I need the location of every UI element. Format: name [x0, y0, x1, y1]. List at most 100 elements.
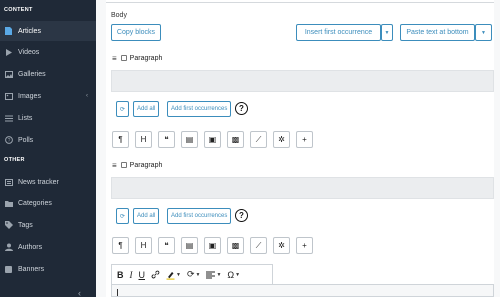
block-checkbox[interactable]: [120, 162, 127, 168]
paste-text-at-bottom-button[interactable]: Paste text at bottom: [400, 24, 475, 41]
add-paragraph-button[interactable]: ¶: [112, 131, 129, 148]
refresh-icon: ⟳: [119, 106, 126, 113]
plus-icon: +: [302, 241, 307, 250]
add-heading-button[interactable]: H: [135, 131, 152, 148]
images-icon: [4, 92, 13, 101]
italic-button[interactable]: I: [128, 267, 135, 283]
drag-handle-icon[interactable]: ≡: [112, 161, 117, 170]
paragraph-block-content[interactable]: [111, 70, 494, 92]
add-paragraph-button[interactable]: ¶: [112, 237, 129, 254]
add-block-button[interactable]: +: [296, 131, 313, 148]
link-icon: [151, 270, 160, 279]
sidebar-item-label: Categories: [18, 199, 52, 207]
drag-handle-icon[interactable]: ≡: [112, 54, 117, 63]
align-left-icon: [206, 271, 216, 278]
text-cursor: [117, 289, 118, 296]
block-checkbox[interactable]: [120, 55, 127, 61]
sidebar-item-videos[interactable]: Videos: [0, 42, 96, 62]
add-first-occurrences-button[interactable]: Add first occurrences: [167, 101, 232, 117]
image-icon: ▣: [208, 135, 217, 144]
add-image-button[interactable]: ▣: [204, 131, 221, 148]
special-characters-button[interactable]: Ω ▼: [225, 267, 242, 283]
previous-field-bottom-edge: [106, 0, 494, 3]
sidebar-item-articles[interactable]: Articles: [0, 21, 96, 41]
add-quote-button[interactable]: ❝: [158, 237, 175, 254]
sidebar-item-authors[interactable]: Authors: [0, 237, 96, 257]
add-gallery-button[interactable]: ▩: [227, 131, 244, 148]
underline-button[interactable]: U: [137, 267, 148, 283]
add-gallery-button[interactable]: ▩: [227, 237, 244, 254]
sidebar-item-label: Polls: [18, 136, 34, 144]
body-label: Body: [111, 12, 127, 19]
banner-icon: [4, 265, 13, 274]
paragraph-icon: ¶: [118, 241, 123, 250]
insert-dropdown-toggle[interactable]: ▼: [381, 24, 393, 41]
caret-down-icon: ▼: [481, 29, 486, 36]
sidebar-item-polls[interactable]: ? Polls: [0, 130, 96, 150]
add-block-button[interactable]: +: [296, 237, 313, 254]
chart-icon: ⟋: [255, 134, 262, 144]
add-quote-button[interactable]: ❝: [158, 131, 175, 148]
add-chart-button[interactable]: ⟋: [250, 237, 267, 254]
user-icon: [4, 243, 13, 252]
add-heading-button[interactable]: H: [135, 237, 152, 254]
align-button[interactable]: ▼: [204, 267, 223, 283]
sidebar-item-categories[interactable]: Categories: [0, 193, 96, 213]
sync-icon: ⟳: [186, 269, 195, 279]
editor-toolbar: B I U ▼ ⟳ ▼ ▼ Ω ▼: [111, 264, 273, 284]
insert-first-occurrence-button[interactable]: Insert first occurrence: [296, 24, 381, 41]
news-icon: [4, 178, 13, 187]
sidebar-item-label: Authors: [18, 243, 43, 251]
add-document-button[interactable]: ▤: [181, 237, 198, 254]
chevron-left-icon: ‹: [86, 93, 88, 99]
rich-text-editor[interactable]: [111, 284, 494, 297]
sidebar: CONTENT Articles Videos Galleries Images…: [0, 0, 96, 297]
highlight-icon: [166, 271, 175, 280]
help-circle-icon: ?: [4, 136, 13, 145]
list-icon: [4, 114, 13, 123]
help-icon[interactable]: ?: [235, 102, 248, 115]
bold-button[interactable]: B: [115, 267, 126, 283]
collapse-sidebar-icon[interactable]: ‹: [78, 289, 81, 297]
caret-down-icon: ▼: [384, 29, 390, 36]
sidebar-section-other: OTHER: [4, 157, 25, 163]
refresh-button[interactable]: ⟳: [116, 208, 129, 224]
sidebar-item-label: Galleries: [18, 70, 46, 78]
sidebar-item-tags[interactable]: Tags: [0, 215, 96, 235]
block-header: ≡ Paragraph: [112, 53, 162, 63]
help-icon[interactable]: ?: [235, 209, 248, 222]
gallery-icon: ▩: [231, 241, 240, 250]
block-header: ≡ Paragraph: [112, 160, 162, 170]
embed-icon: ✲: [278, 135, 285, 144]
main-area: Body Copy blocks Insert first occurrence…: [96, 0, 500, 297]
paste-dropdown-toggle[interactable]: ▼: [475, 24, 492, 41]
add-all-button[interactable]: Add all: [133, 208, 160, 224]
refresh-button[interactable]: ⟳: [116, 101, 129, 117]
omega-icon: Ω: [227, 269, 235, 280]
chevron-down-icon: ▼: [235, 271, 241, 278]
sidebar-item-lists[interactable]: Lists: [0, 108, 96, 128]
add-embed-button[interactable]: ✲: [273, 237, 290, 254]
tag-icon: [4, 221, 13, 230]
sidebar-item-galleries[interactable]: Galleries: [0, 64, 96, 84]
heading-icon: H: [140, 135, 147, 144]
transform-button[interactable]: ⟳ ▼: [185, 267, 203, 283]
highlight-button[interactable]: ▼: [164, 267, 183, 283]
add-all-button[interactable]: Add all: [133, 101, 160, 117]
sidebar-item-banners[interactable]: Banners: [0, 259, 96, 279]
chevron-down-icon: ▼: [195, 271, 201, 278]
block-type-label: Paragraph: [129, 54, 163, 62]
add-image-button[interactable]: ▣: [204, 237, 221, 254]
add-first-occurrences-button[interactable]: Add first occurrences: [167, 208, 232, 224]
add-document-button[interactable]: ▤: [181, 131, 198, 148]
sidebar-item-news-tracker[interactable]: News tracker: [0, 172, 96, 192]
copy-blocks-button[interactable]: Copy blocks: [111, 24, 161, 41]
paragraph-block-content[interactable]: [111, 177, 494, 199]
link-button[interactable]: [149, 267, 162, 283]
add-embed-button[interactable]: ✲: [273, 131, 290, 148]
add-chart-button[interactable]: ⟋: [250, 131, 267, 148]
image-icon: ▣: [208, 241, 217, 250]
sidebar-item-images[interactable]: Images ‹: [0, 86, 96, 106]
document-icon: ▤: [185, 241, 194, 250]
quote-icon: ❝: [164, 135, 169, 144]
